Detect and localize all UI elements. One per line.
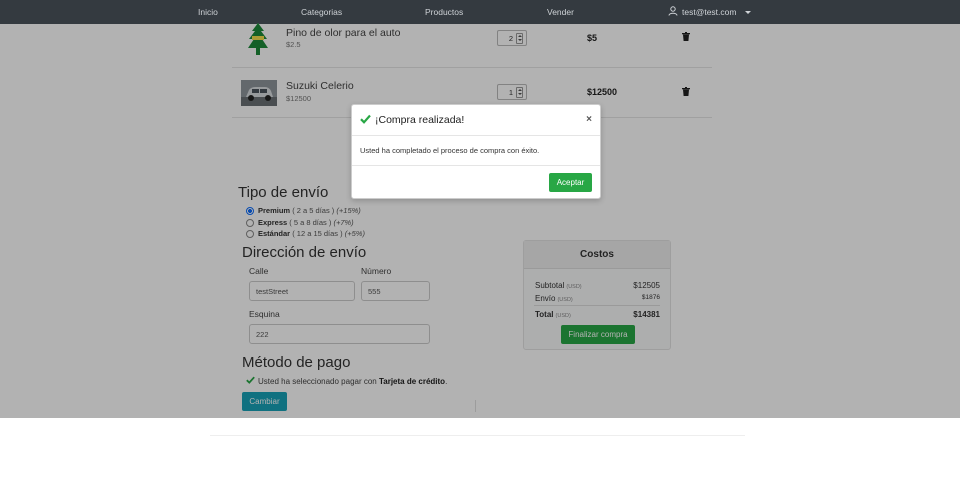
check-icon (360, 114, 371, 126)
user-email: test@test.com (682, 7, 737, 17)
nav-link-categorias[interactable]: Categorias (301, 7, 342, 17)
modal-backdrop[interactable] (0, 24, 960, 418)
nav-link-productos[interactable]: Productos (425, 7, 463, 17)
modal-message: Usted ha completado el proceso de compra… (360, 146, 540, 155)
cart-page: Pino de olor para el auto $2.5 2 $5 Suzu… (0, 23, 960, 483)
user-menu[interactable]: test@test.com (668, 6, 752, 18)
user-icon (668, 6, 678, 18)
nav-link-vender[interactable]: Vender (547, 7, 574, 17)
modal-title: ¡Compra realizada! (375, 114, 465, 126)
footer-divider (210, 435, 745, 436)
modal-footer-divider (352, 165, 600, 166)
chevron-down-icon (745, 10, 752, 14)
accept-button[interactable]: Aceptar (549, 173, 592, 192)
nav-link-inicio[interactable]: Inicio (198, 7, 218, 17)
purchase-success-modal: ¡Compra realizada! × Usted ha completado… (351, 104, 601, 199)
close-icon[interactable]: × (586, 114, 592, 125)
modal-header: ¡Compra realizada! × (352, 105, 600, 136)
